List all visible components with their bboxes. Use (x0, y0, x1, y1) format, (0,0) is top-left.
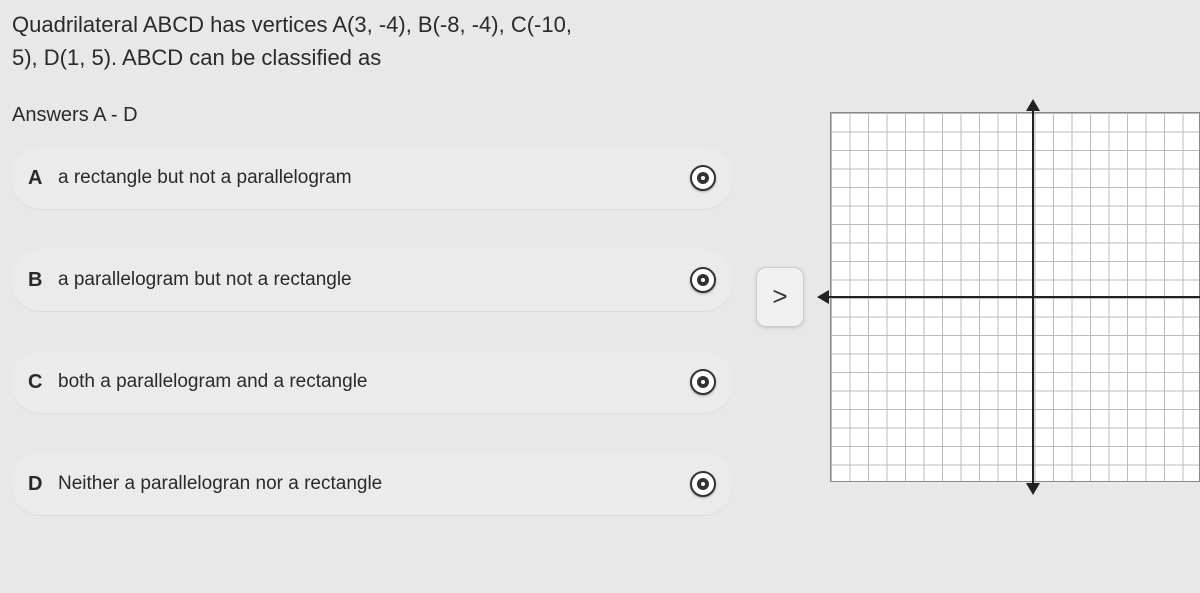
answer-text: a rectangle but not a parallelogram (58, 167, 690, 189)
answer-option-d[interactable]: D Neither a parallelogran nor a rectangl… (12, 453, 732, 515)
nav-panel: > (740, 0, 820, 593)
arrow-left-icon (817, 290, 829, 304)
answer-letter: A (28, 167, 58, 190)
x-axis (821, 296, 1200, 298)
graph-panel (820, 0, 1200, 593)
answer-text: Neither a parallelogran nor a rectangle (58, 473, 690, 495)
coordinate-grid (830, 112, 1200, 482)
radio-icon[interactable] (690, 267, 716, 293)
answers-header: Answers A - D (12, 104, 732, 127)
radio-icon[interactable] (690, 471, 716, 497)
answer-option-b[interactable]: B a parallelogram but not a rectangle (12, 249, 732, 311)
answer-text: a parallelogram but not a rectangle (58, 269, 690, 291)
answer-letter: B (28, 269, 58, 292)
y-axis (1032, 103, 1034, 491)
arrow-up-icon (1026, 99, 1040, 111)
chevron-right-icon: > (772, 281, 787, 312)
answer-letter: D (28, 473, 58, 496)
arrow-down-icon (1026, 483, 1040, 495)
next-button[interactable]: > (756, 267, 804, 327)
answer-option-a[interactable]: A a rectangle but not a parallelogram (12, 147, 732, 209)
question-line-1: Quadrilateral ABCD has vertices A(3, -4)… (12, 12, 572, 37)
answer-option-c[interactable]: C both a parallelogram and a rectangle (12, 351, 732, 413)
question-line-2: 5), D(1, 5). ABCD can be classified as (12, 45, 381, 70)
radio-icon[interactable] (690, 369, 716, 395)
answer-text: both a parallelogram and a rectangle (58, 371, 690, 393)
radio-icon[interactable] (690, 165, 716, 191)
answer-letter: C (28, 371, 58, 394)
question-panel: Quadrilateral ABCD has vertices A(3, -4)… (0, 0, 740, 593)
question-text: Quadrilateral ABCD has vertices A(3, -4)… (12, 8, 732, 74)
